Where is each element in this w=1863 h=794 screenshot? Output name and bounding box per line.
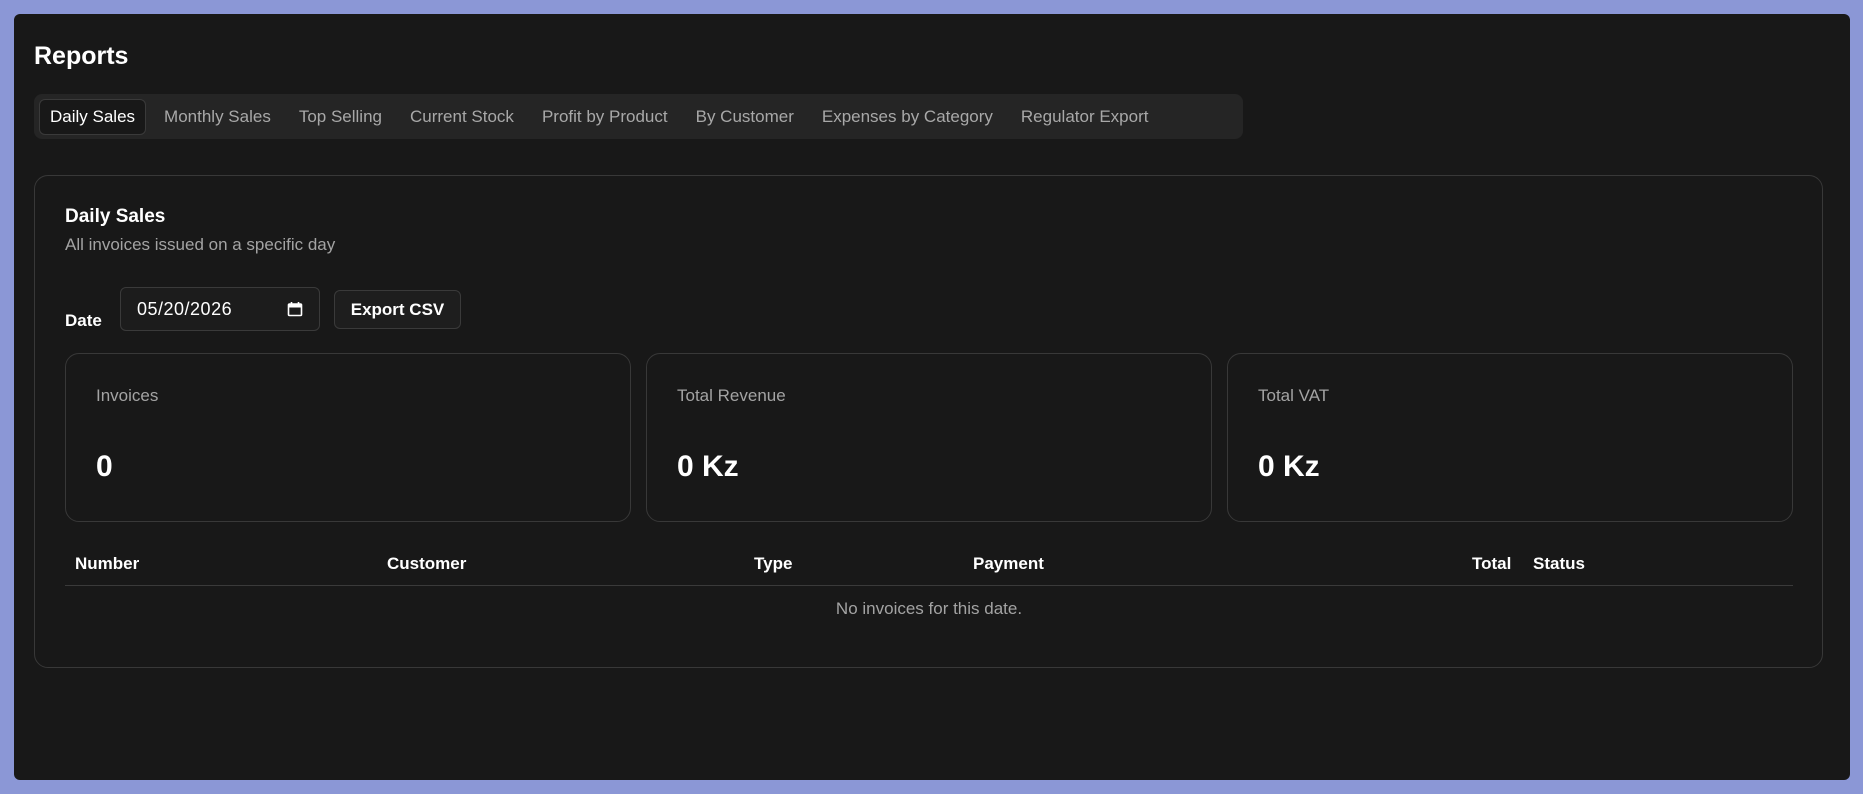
- stat-card-total-vat: Total VAT 0 Kz: [1227, 353, 1793, 522]
- tab-monthly-sales[interactable]: Monthly Sales: [154, 99, 281, 135]
- tab-by-customer[interactable]: By Customer: [686, 99, 804, 135]
- column-status[interactable]: Status: [1533, 554, 1585, 574]
- stat-value: 0: [96, 450, 113, 483]
- calendar-icon[interactable]: [287, 301, 303, 317]
- tab-top-selling[interactable]: Top Selling: [289, 99, 392, 135]
- date-input[interactable]: 05/20/2026: [120, 287, 320, 331]
- column-customer[interactable]: Customer: [387, 554, 466, 574]
- date-value: 05/20/2026: [137, 298, 233, 319]
- reports-window: Reports Daily Sales Monthly Sales Top Se…: [14, 14, 1850, 780]
- stat-label: Total Revenue: [677, 386, 786, 405]
- tab-profit-by-product[interactable]: Profit by Product: [532, 99, 678, 135]
- report-subtitle: All invoices issued on a specific day: [65, 235, 336, 254]
- tab-current-stock[interactable]: Current Stock: [400, 99, 524, 135]
- table-header: Number Customer Type Payment Total Statu…: [65, 542, 1793, 586]
- tab-regulator-export[interactable]: Regulator Export: [1011, 99, 1159, 135]
- stat-value: 0 Kz: [1258, 450, 1320, 483]
- report-tabs: Daily Sales Monthly Sales Top Selling Cu…: [34, 94, 1243, 139]
- page-title: Reports: [34, 42, 129, 70]
- invoices-table: Number Customer Type Payment Total Statu…: [65, 542, 1793, 619]
- stat-card-invoices: Invoices 0: [65, 353, 631, 522]
- column-type[interactable]: Type: [754, 554, 792, 574]
- report-card: Daily Sales All invoices issued on a spe…: [34, 175, 1823, 668]
- tab-expenses-by-category[interactable]: Expenses by Category: [812, 99, 1003, 135]
- stat-label: Total VAT: [1258, 386, 1330, 405]
- export-csv-button[interactable]: Export CSV: [334, 290, 461, 329]
- tab-daily-sales[interactable]: Daily Sales: [39, 98, 147, 135]
- date-label: Date: [65, 311, 102, 330]
- report-title: Daily Sales: [65, 206, 166, 227]
- stat-card-total-revenue: Total Revenue 0 Kz: [646, 353, 1212, 522]
- column-total[interactable]: Total: [1472, 554, 1511, 574]
- column-number[interactable]: Number: [75, 554, 139, 574]
- empty-state: No invoices for this date.: [835, 599, 1023, 618]
- stat-label: Invoices: [96, 386, 159, 405]
- column-payment[interactable]: Payment: [973, 554, 1044, 574]
- stat-value: 0 Kz: [677, 450, 739, 483]
